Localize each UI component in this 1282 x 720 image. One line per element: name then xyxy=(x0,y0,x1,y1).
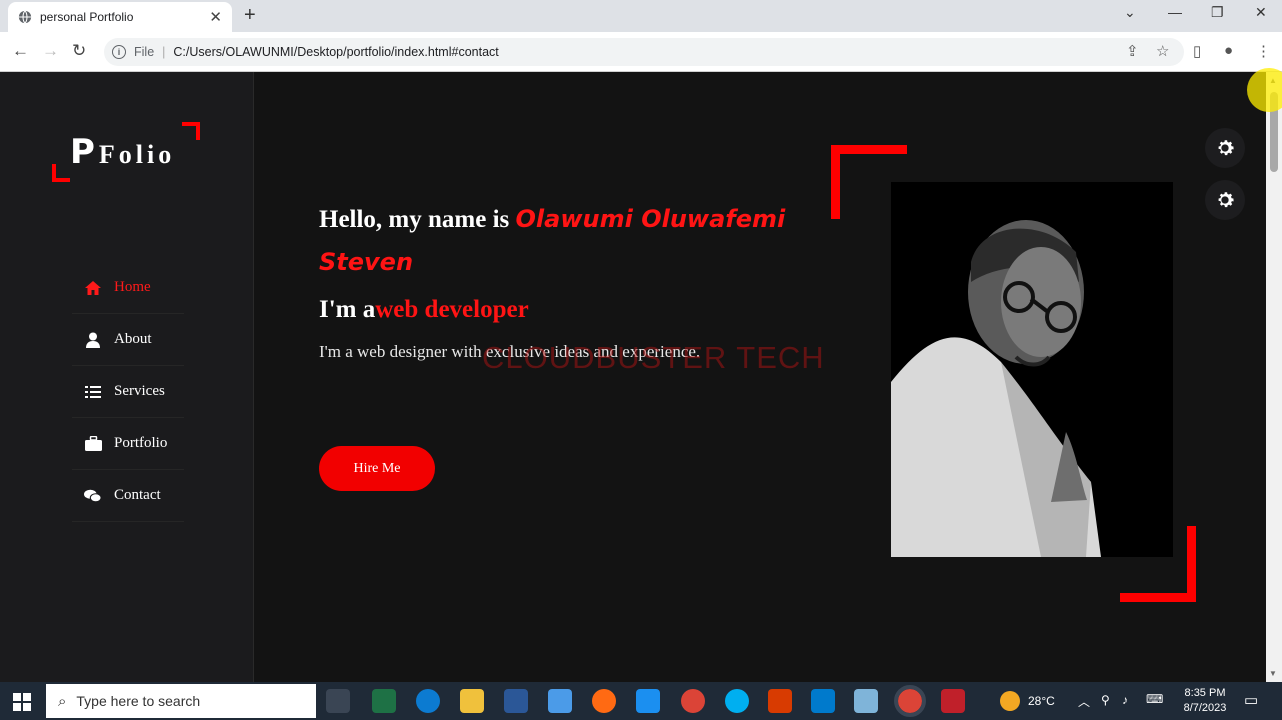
address-bar[interactable]: i File | C:/Users/OLAWUNMI/Desktop/portf… xyxy=(104,38,1184,66)
mail-icon[interactable] xyxy=(636,689,660,713)
chrome-icon[interactable] xyxy=(681,689,705,713)
scroll-down-icon[interactable]: ▼ xyxy=(1269,669,1277,678)
comments-icon xyxy=(84,487,102,505)
hero-section: Hello, my name is Olawumi Oluwafemi Stev… xyxy=(319,198,839,491)
close-window-icon[interactable]: ✕ xyxy=(1255,4,1267,21)
address-separator: | xyxy=(162,45,166,59)
portfolio-page: PFolio Home About Services Portfolio Con… xyxy=(0,72,1266,682)
sidebar: PFolio Home About Services Portfolio Con… xyxy=(0,72,254,682)
address-url: C:/Users/OLAWUNMI/Desktop/portfolio/inde… xyxy=(173,45,499,59)
profile-photo xyxy=(891,182,1173,557)
reload-icon[interactable]: ↻ xyxy=(72,41,86,61)
hero-role-highlight: web developer xyxy=(375,296,529,323)
weather-icon[interactable] xyxy=(1000,691,1020,711)
new-tab-button[interactable]: + xyxy=(244,4,256,27)
windows-taskbar: ⌕ Type here to search 28°C ︿ ⚲ ♪ ⌨ 8:35 … xyxy=(0,682,1282,720)
weather-temperature[interactable]: 28°C xyxy=(1028,694,1055,708)
network-icon[interactable]: ⚲ xyxy=(1101,693,1110,707)
hire-me-button[interactable]: Hire Me xyxy=(319,446,435,491)
forward-icon[interactable]: → xyxy=(42,41,59,61)
windows-start-icon[interactable] xyxy=(13,693,31,716)
watermark: CLOUDBUSTER TECH xyxy=(482,340,825,375)
browser-tab[interactable]: personal Portfolio ✕ xyxy=(8,2,232,32)
edge-icon[interactable] xyxy=(416,689,440,713)
bookmark-star-icon[interactable]: ☆ xyxy=(1156,42,1169,60)
nav-label-portfolio: Portfolio xyxy=(114,435,168,451)
home-icon xyxy=(84,279,102,297)
volume-icon[interactable]: ♪ xyxy=(1122,693,1128,707)
briefcase-icon xyxy=(84,435,102,453)
firefox-icon[interactable] xyxy=(592,689,616,713)
nav-label-contact: Contact xyxy=(114,487,161,503)
nav-item-contact[interactable]: Contact xyxy=(72,470,184,522)
nav-item-services[interactable]: Services xyxy=(72,366,184,418)
app-icon[interactable] xyxy=(768,689,792,713)
screen-recorder-icon[interactable] xyxy=(941,689,965,713)
user-icon xyxy=(84,331,102,349)
list-icon xyxy=(84,383,102,401)
clock[interactable]: 8:35 PM 8/7/2023 xyxy=(1180,686,1230,716)
minimize-icon[interactable]: — xyxy=(1168,4,1182,20)
page-scrollbar[interactable]: ▲ ▼ xyxy=(1266,72,1282,682)
task-view-icon[interactable] xyxy=(326,689,350,713)
nav-item-home[interactable]: Home xyxy=(72,262,184,314)
back-icon[interactable]: ← xyxy=(12,41,29,61)
taskbar-search-placeholder: Type here to search xyxy=(76,693,201,709)
notepad-icon[interactable] xyxy=(854,689,878,713)
search-icon: ⌕ xyxy=(58,692,67,710)
side-panel-icon[interactable]: ▯ xyxy=(1193,42,1201,60)
nav-label-about: About xyxy=(114,331,152,347)
browser-tab-bar: personal Portfolio ✕ + ⌄ — ❐ ✕ xyxy=(0,0,1282,32)
menu-kebab-icon[interactable]: ⋮ xyxy=(1256,42,1271,60)
photo-frame-bottom-right xyxy=(1120,526,1196,602)
hero-role: I'm aweb developer xyxy=(319,296,529,323)
logo-text: PFolio xyxy=(70,132,176,172)
logo[interactable]: PFolio xyxy=(52,122,200,182)
address-scheme: File xyxy=(134,45,155,59)
close-tab-icon[interactable]: ✕ xyxy=(209,8,222,26)
nav-label-home: Home xyxy=(114,279,151,295)
clock-time: 8:35 PM xyxy=(1184,687,1226,699)
skype-icon[interactable] xyxy=(725,689,749,713)
store-icon[interactable] xyxy=(548,689,572,713)
restore-icon[interactable]: ❐ xyxy=(1211,4,1224,21)
word-icon[interactable] xyxy=(504,689,528,713)
globe-icon xyxy=(18,10,32,24)
main-nav: Home About Services Portfolio Contact xyxy=(72,262,184,522)
theme-gear-icon[interactable] xyxy=(1205,180,1245,220)
nav-item-about[interactable]: About xyxy=(72,314,184,366)
tray-chevron-icon[interactable]: ︿ xyxy=(1078,693,1090,710)
excel-icon[interactable] xyxy=(372,689,396,713)
chrome-active-icon[interactable] xyxy=(894,685,926,717)
logo-bracket-bottom-left xyxy=(52,164,70,182)
browser-toolbar: ← → ↻ i File | C:/Users/OLAWUNMI/Desktop… xyxy=(0,32,1282,72)
logo-bracket-top-right xyxy=(182,122,200,140)
profile-icon[interactable]: ● xyxy=(1224,42,1233,59)
nav-item-portfolio[interactable]: Portfolio xyxy=(72,418,184,470)
share-icon[interactable]: ⇪ xyxy=(1126,42,1139,60)
vscode-icon[interactable] xyxy=(811,689,835,713)
tab-search-icon[interactable]: ⌄ xyxy=(1124,4,1136,21)
settings-gear-icon[interactable] xyxy=(1205,128,1245,168)
tab-title: personal Portfolio xyxy=(40,10,134,24)
hero-greeting: Hello, my name is Olawumi Oluwafemi Stev… xyxy=(319,205,786,276)
notifications-icon[interactable]: ▭ xyxy=(1244,691,1258,709)
taskbar-search-input[interactable]: ⌕ Type here to search xyxy=(46,684,316,718)
clock-date: 8/7/2023 xyxy=(1183,702,1227,714)
info-icon[interactable]: i xyxy=(112,45,126,59)
file-explorer-icon[interactable] xyxy=(460,689,484,713)
nav-label-services: Services xyxy=(114,383,165,399)
keyboard-icon[interactable]: ⌨ xyxy=(1146,692,1163,706)
